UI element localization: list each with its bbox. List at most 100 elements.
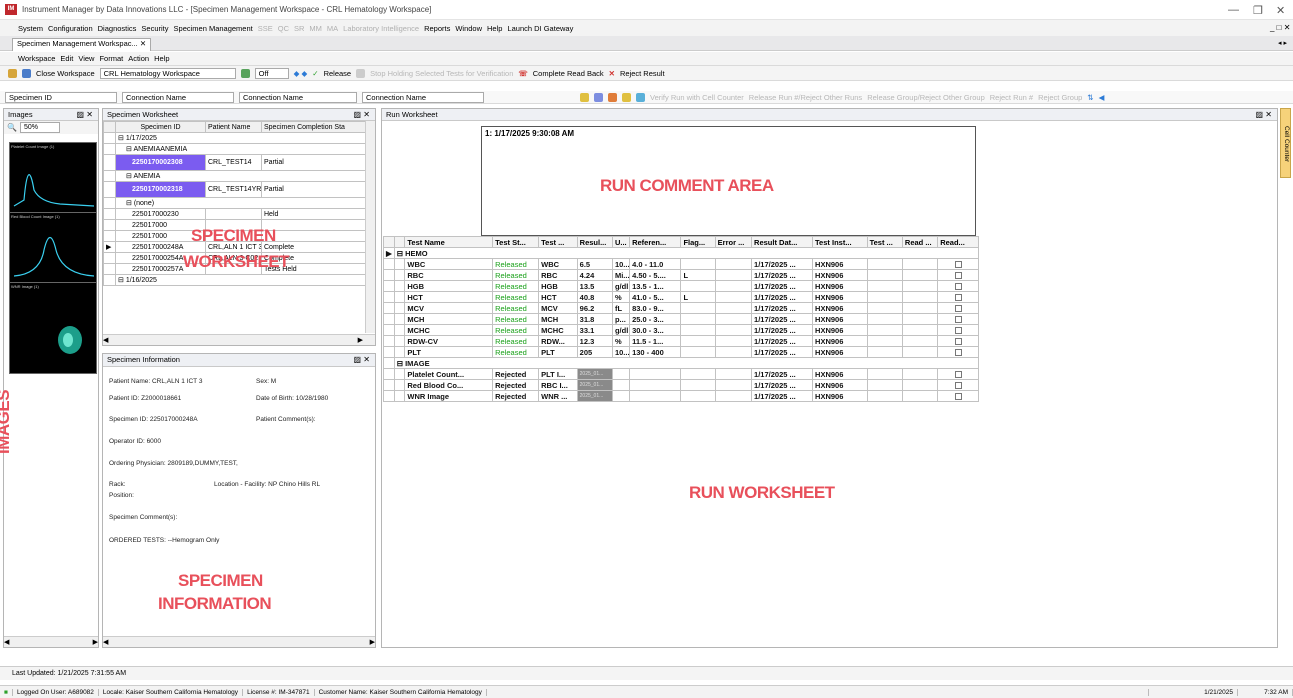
result-cell[interactable]: 6.5 (576, 258, 613, 270)
test-status-cell[interactable]: Released (492, 346, 540, 358)
read-cell[interactable] (901, 313, 939, 325)
row-selector[interactable] (103, 252, 116, 264)
read-back-cell[interactable] (937, 379, 979, 391)
menu-system[interactable]: System (18, 24, 43, 33)
ws-menu-help[interactable]: Help (154, 54, 169, 63)
error-cell[interactable] (714, 390, 753, 402)
column-header-5[interactable]: Referen... (629, 236, 682, 248)
test-name-cell[interactable]: RDW-CV (404, 335, 494, 347)
read-back-cell[interactable] (937, 346, 979, 358)
test-code-cell[interactable]: WBC (538, 258, 578, 270)
unit-cell[interactable] (611, 390, 631, 402)
column-header-completion-status[interactable]: Specimen Completion Sta (261, 121, 366, 133)
table-row[interactable]: WNR Image Rejected WNR ... 2025_01... 1/17/2… (383, 390, 979, 402)
status-cell[interactable]: Partial (261, 181, 366, 198)
table-row[interactable]: MCV Released MCV 96.2 fL 83.0 - 9... 1/17/2025… (383, 302, 979, 314)
reference-cell[interactable]: 11.5 - 1... (629, 335, 682, 347)
column-header-specimen-id[interactable]: Specimen ID (115, 121, 206, 133)
release-check-icon[interactable]: ✓ (312, 69, 318, 78)
read-cell[interactable] (901, 324, 939, 336)
error-cell[interactable] (714, 335, 753, 347)
filter-icon[interactable] (580, 92, 589, 102)
flag-cell[interactable]: L (680, 291, 716, 303)
test-name-cell[interactable]: HGB (404, 280, 494, 292)
complete-read-back-button[interactable]: Complete Read Back (533, 69, 604, 78)
menu-configuration[interactable]: Configuration (48, 24, 93, 33)
test-name-cell[interactable]: MCHC (404, 324, 494, 336)
result-date-cell[interactable]: 1/17/2025 ... (751, 335, 814, 347)
test-extra-cell[interactable] (866, 324, 903, 336)
test-status-cell[interactable]: Released (492, 280, 540, 292)
pin-icon[interactable]: ▨ ✕ (77, 109, 93, 121)
group-row-date[interactable]: ⊟ 1/17/2025 (115, 132, 366, 144)
worksheet-horizontal-scrollbar[interactable]: ◀ ▶ (103, 334, 375, 345)
unit-cell[interactable]: fL (611, 302, 631, 314)
first-record-icon[interactable]: ◀ (1099, 93, 1105, 102)
zoom-icons[interactable]: 🔍 (7, 123, 17, 132)
minimize-icon[interactable]: — (1228, 4, 1239, 16)
test-instrument-cell[interactable]: HXN906 (812, 280, 868, 292)
grid-icon[interactable] (608, 92, 617, 102)
read-back-cell[interactable] (937, 335, 979, 347)
table-row[interactable]: 2250170002318 CRL_TEST14YR Partial (103, 181, 366, 198)
test-status-cell[interactable]: Rejected (492, 368, 540, 380)
result-date-cell[interactable]: 1/17/2025 ... (751, 280, 814, 292)
status-cell[interactable]: Complete (261, 241, 366, 253)
test-extra-cell[interactable] (866, 368, 903, 380)
save-icon[interactable] (22, 68, 31, 78)
test-instrument-cell[interactable]: HXN906 (812, 390, 868, 402)
worksheet-vertical-scrollbar[interactable] (365, 121, 375, 333)
column-header-12[interactable]: Read... (937, 236, 979, 248)
ws-menu-action[interactable]: Action (128, 54, 149, 63)
test-status-cell[interactable]: Released (492, 324, 540, 336)
result-date-cell[interactable]: 1/17/2025 ... (751, 379, 814, 391)
platelet-count-thumbnail[interactable]: Platelet Count Image (1) (9, 142, 97, 214)
column-sort-icon[interactable]: ⇅ (1087, 93, 1093, 102)
result-cell[interactable]: 40.8 (576, 291, 613, 303)
result-cell[interactable]: 96.2 (576, 302, 613, 314)
result-date-cell[interactable]: 1/17/2025 ... (751, 269, 814, 281)
test-name-cell[interactable]: Red Blood Co... (404, 379, 494, 391)
specimen-id-filter[interactable]: Specimen ID (5, 91, 117, 103)
test-code-cell[interactable]: HGB (538, 280, 578, 292)
test-status-cell[interactable]: Released (492, 335, 540, 347)
test-instrument-cell[interactable]: HXN906 (812, 313, 868, 325)
patient-name-cell[interactable]: CRL_TEST14 (205, 154, 262, 171)
reference-cell[interactable]: 41.0 - 5... (629, 291, 682, 303)
unit-cell[interactable]: % (611, 291, 631, 303)
connection-name-filter-2[interactable]: Connection Name (239, 91, 357, 103)
column-header-7[interactable]: Error ... (714, 236, 753, 248)
error-cell[interactable] (714, 313, 753, 325)
unit-cell[interactable]: g/dl (611, 280, 631, 292)
row-selector[interactable] (383, 269, 395, 281)
table-row[interactable]: MCH Released MCH 31.8 p... 25.0 - 3... 1/17/20… (383, 313, 979, 325)
result-cell[interactable]: 2025_01... (576, 379, 613, 391)
group-row-none[interactable]: ⊟ (none) (115, 197, 366, 209)
error-cell[interactable] (714, 368, 753, 380)
row-selector[interactable] (103, 230, 116, 242)
menu-diagnostics[interactable]: Diagnostics (98, 24, 137, 33)
test-status-cell[interactable]: Released (492, 291, 540, 303)
ws-menu-format[interactable]: Format (99, 54, 123, 63)
table-row[interactable]: ⊟ 1/17/2025 (103, 132, 366, 144)
row-selector[interactable] (383, 291, 395, 303)
read-back-cell[interactable] (937, 313, 979, 325)
test-name-cell[interactable]: MCH (404, 313, 494, 325)
doc-tab-specimen-management[interactable]: Specimen Management Workspac... ✕ (12, 38, 152, 51)
read-cell[interactable] (901, 302, 939, 314)
read-back-checkbox[interactable] (954, 327, 962, 335)
flag-cell[interactable] (680, 302, 716, 314)
menu-security[interactable]: Security (141, 24, 168, 33)
flag-cell[interactable] (680, 335, 716, 347)
ws-menu-workspace[interactable]: Workspace (18, 54, 55, 63)
test-name-cell[interactable]: Platelet Count... (404, 368, 494, 380)
flag-cell[interactable] (680, 379, 716, 391)
read-back-phone-icon[interactable]: ☏ (518, 69, 527, 78)
error-cell[interactable] (714, 291, 753, 303)
reference-cell[interactable] (629, 368, 682, 380)
stop-holding-button[interactable]: Stop Holding Selected Tests for Verifica… (370, 69, 513, 78)
group-row-hemo[interactable]: ⊟ HEMO (393, 247, 980, 259)
unit-cell[interactable]: 10... (611, 346, 631, 358)
result-date-cell[interactable]: 1/17/2025 ... (751, 346, 814, 358)
row-selector[interactable] (383, 335, 395, 347)
